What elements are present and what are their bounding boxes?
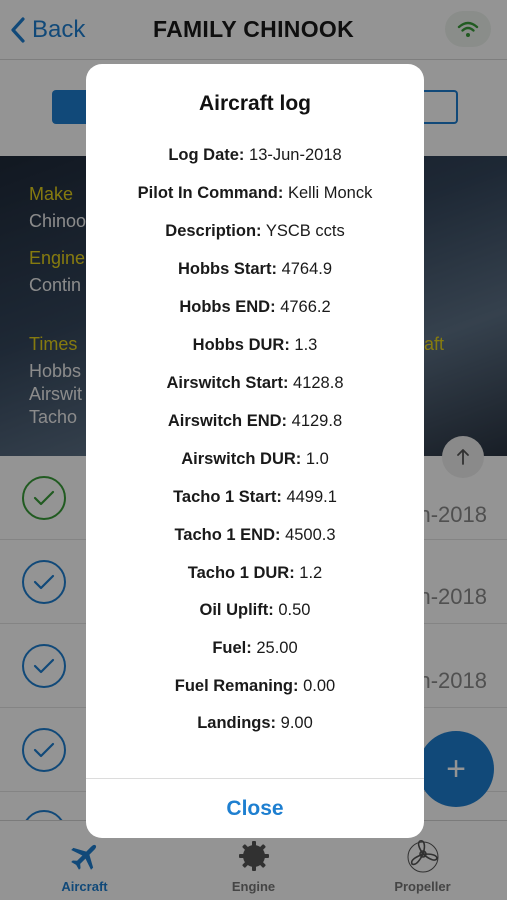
- field-fuel-remaining: Fuel Remaning: 0.00: [86, 677, 424, 696]
- field-value: 1.0: [305, 450, 329, 468]
- field-log-date: Log Date: 13-Jun-2018: [86, 146, 424, 165]
- field-label: Log Date:: [168, 146, 245, 164]
- field-value: 4129.8: [291, 412, 343, 430]
- field-value: 13-Jun-2018: [249, 146, 342, 164]
- field-value: 0.00: [303, 677, 336, 695]
- field-value: 4766.2: [280, 298, 331, 316]
- field-label: Hobbs DUR:: [192, 336, 290, 354]
- field-hobbs-start: Hobbs Start: 4764.9: [86, 260, 424, 279]
- field-value: YSCB ccts: [265, 222, 345, 240]
- field-label: Airswitch DUR:: [181, 450, 302, 468]
- field-value: 4500.3: [285, 526, 336, 544]
- field-airswitch-start: Airswitch Start: 4128.8: [86, 374, 424, 393]
- field-label: Hobbs END:: [179, 298, 276, 316]
- field-value: 1.3: [294, 336, 318, 354]
- field-label: Pilot In Command:: [137, 184, 284, 202]
- field-hobbs-dur: Hobbs DUR: 1.3: [86, 336, 424, 355]
- field-value: 4499.1: [286, 488, 337, 506]
- field-label: Hobbs Start:: [177, 260, 277, 278]
- field-airswitch-end: Airswitch END: 4129.8: [86, 412, 424, 431]
- field-hobbs-end: Hobbs END: 4766.2: [86, 298, 424, 317]
- field-label: Tacho 1 END:: [174, 526, 281, 544]
- dialog-title: Aircraft log: [198, 92, 311, 115]
- field-label: Airswitch END:: [167, 412, 288, 430]
- field-tacho-end: Tacho 1 END: 4500.3: [86, 526, 424, 545]
- field-label: Tacho 1 DUR:: [187, 564, 295, 582]
- field-label: Oil Uplift:: [199, 601, 274, 619]
- field-value: 25.00: [256, 639, 298, 657]
- field-label: Airswitch Start:: [166, 374, 289, 392]
- field-oil-uplift: Oil Uplift: 0.50: [86, 601, 424, 620]
- field-value: 4128.8: [293, 374, 344, 392]
- field-label: Tacho 1 Start:: [173, 488, 282, 506]
- close-button[interactable]: Close: [86, 779, 424, 838]
- field-label: Fuel Remaning:: [174, 677, 299, 695]
- field-label: Description:: [165, 222, 262, 240]
- field-airswitch-dur: Airswitch DUR: 1.0: [86, 450, 424, 469]
- field-tacho-start: Tacho 1 Start: 4499.1: [86, 488, 424, 507]
- aircraft-log-dialog: Aircraft log Log Date: 13-Jun-2018 Pilot…: [86, 64, 424, 838]
- field-fuel: Fuel: 25.00: [86, 639, 424, 658]
- field-value: 4764.9: [281, 260, 333, 278]
- field-label: Landings:: [197, 714, 277, 732]
- field-tacho-dur: Tacho 1 DUR: 1.2: [86, 564, 424, 583]
- field-pilot-in-command: Pilot In Command: Kelli Monck: [86, 184, 424, 203]
- field-value: 0.50: [278, 601, 311, 619]
- field-value: 1.2: [299, 564, 323, 582]
- field-landings: Landings: 9.00: [86, 714, 424, 733]
- field-value: Kelli Monck: [287, 184, 373, 202]
- field-label: Fuel:: [212, 639, 252, 657]
- field-description: Description: YSCB ccts: [86, 222, 424, 241]
- field-value: 9.00: [280, 714, 313, 732]
